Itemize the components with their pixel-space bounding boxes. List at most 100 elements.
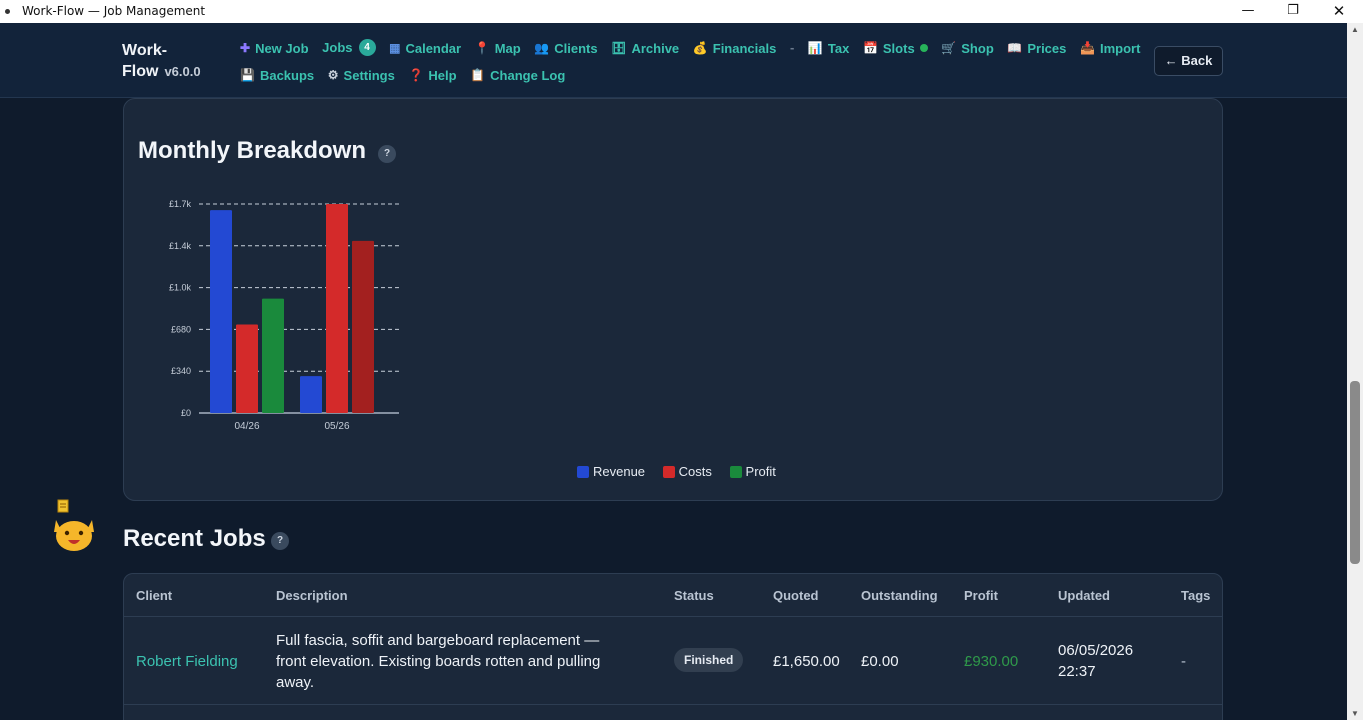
nav-label: New Job: [255, 40, 309, 56]
legend-label: Revenue: [593, 464, 646, 479]
column-header-tags[interactable]: Tags: [1181, 588, 1210, 603]
nav-help[interactable]: ❓ Help: [408, 68, 456, 83]
scroll-up-icon[interactable]: ▲: [1351, 25, 1359, 34]
brand: Work- Flow v6.0.0: [122, 40, 201, 82]
column-header-client[interactable]: Client: [136, 588, 172, 603]
profit-value: £930.00: [964, 653, 1019, 670]
legend-item-costs[interactable]: Costs: [662, 464, 712, 479]
bar-costs-05-26: [326, 204, 348, 413]
close-window-button[interactable]: ✕: [1316, 0, 1362, 23]
nav-new-job[interactable]: ✚ New Job: [240, 41, 309, 56]
window-titlebar: Work-Flow — Job Management — ❐ ✕: [0, 0, 1363, 23]
plus-icon: ✚: [240, 41, 251, 55]
column-header-status[interactable]: Status: [674, 588, 714, 603]
bar-chart-icon: 📊: [807, 41, 823, 55]
y-tick-label: £340: [171, 366, 191, 376]
brand-name-line1: Work-: [122, 42, 168, 59]
maximize-button[interactable]: ❐: [1270, 0, 1316, 23]
nav-tax[interactable]: 📊 Tax: [808, 41, 849, 56]
nav-label: Backups: [259, 67, 315, 83]
scroll-down-icon[interactable]: ▼: [1351, 709, 1359, 718]
client-link[interactable]: Robert Fielding: [136, 651, 238, 672]
quoted-value: £1,650.00: [773, 653, 840, 670]
nav-label: Change Log: [490, 67, 566, 83]
nav-backups[interactable]: 💾 Backups: [240, 68, 314, 83]
monthly-breakdown-chart: £0 £340 £680 £1.0k £1.4k £1.7k 04/26 05/26: [169, 199, 399, 432]
nav-prices[interactable]: 📖 Prices: [1007, 41, 1066, 56]
version-label: v6.0.0: [164, 64, 201, 79]
scrollbar-thumb[interactable]: [1350, 381, 1360, 564]
legend-swatch: [577, 465, 589, 478]
back-button[interactable]: ← Back: [1154, 46, 1223, 76]
scrollbar-track[interactable]: [1347, 23, 1363, 720]
y-tick-label: £1.0k: [169, 283, 192, 293]
legend-item-revenue[interactable]: Revenue: [577, 464, 645, 479]
shop-icon: 🛒: [941, 41, 957, 55]
column-header-updated[interactable]: Updated: [1058, 588, 1110, 603]
nav-label: Calendar: [405, 40, 462, 56]
bar-revenue-05-26: [300, 376, 322, 413]
nav-jobs[interactable]: Jobs 4: [322, 39, 376, 56]
nav-label: Import: [1099, 40, 1141, 56]
nav-label: Clients: [554, 40, 598, 56]
nav-label: Financials: [712, 40, 777, 56]
header-divider: [124, 616, 1222, 617]
nav-label: Shop: [961, 40, 994, 56]
description-line: Full fascia, soffit and bargeboard repla…: [276, 632, 600, 649]
nav-row-1: ✚ New Job Jobs 4 ▦ Calendar 📍 Map 👥 Clients 🗄…: [240, 39, 1150, 56]
nav-import[interactable]: 📥 Import: [1080, 41, 1140, 56]
column-header-quoted[interactable]: Quoted: [773, 588, 819, 603]
nav-label: Slots: [882, 40, 915, 56]
nav-map[interactable]: 📍 Map: [475, 41, 521, 56]
recent-jobs-title: Recent Jobs: [123, 525, 266, 552]
nav-calendar[interactable]: ▦ Calendar: [389, 41, 461, 56]
description-line: away.: [276, 674, 315, 691]
status-badge: Finished: [674, 648, 744, 672]
clipboard-icon: 📋: [470, 68, 486, 82]
slots-icon: 📅: [862, 41, 878, 55]
nav-separator: -: [789, 40, 795, 55]
x-tick-label: 04/26: [234, 421, 259, 432]
nav-label: Jobs: [322, 40, 353, 55]
column-header-outstanding[interactable]: Outstanding: [861, 588, 938, 603]
nav-settings[interactable]: ⚙ Settings: [328, 68, 395, 83]
bar-profit-04-26: [262, 298, 284, 413]
y-tick-label: £0: [181, 408, 191, 418]
window-title: Work-Flow — Job Management: [22, 4, 206, 18]
calendar-icon: ▦: [389, 41, 401, 55]
question-icon: ❓: [408, 68, 424, 82]
bar-profit-05-26: [352, 240, 374, 413]
nav-clients[interactable]: 👥 Clients: [534, 41, 597, 56]
updated-timestamp: 06/05/2026 22:37: [1058, 640, 1133, 682]
job-description: Full fascia, soffit and bargeboard repla…: [276, 630, 646, 693]
nav-archive[interactable]: 🗄 Archive: [611, 41, 679, 56]
nav-label: Map: [494, 40, 521, 56]
price-book-icon: 📖: [1007, 41, 1023, 55]
legend-label: Costs: [678, 464, 712, 479]
minimize-button[interactable]: —: [1225, 0, 1271, 23]
column-header-profit[interactable]: Profit: [964, 588, 998, 603]
app-header: Work- Flow v6.0.0 ✚ New Job Jobs 4 ▦ Calenda…: [0, 23, 1347, 98]
nav-change-log[interactable]: 📋 Change Log: [470, 68, 565, 83]
legend-swatch: [729, 465, 742, 478]
recent-jobs-table: Client Description Status Quoted Outstan…: [123, 573, 1223, 720]
slots-status-dot: [919, 44, 928, 52]
tags-value: -: [1181, 653, 1186, 670]
cat-mascot-icon: [54, 499, 94, 551]
money-bag-icon: 💰: [692, 41, 708, 55]
legend-label: Profit: [745, 464, 776, 479]
nav-slots[interactable]: 📅 Slots: [863, 41, 928, 56]
column-header-description[interactable]: Description: [276, 588, 348, 603]
brand-name-line2: Flow: [122, 63, 159, 80]
legend-item-profit[interactable]: Profit: [729, 464, 776, 479]
row-divider: [124, 704, 1222, 705]
nav-shop[interactable]: 🛒 Shop: [941, 41, 993, 56]
archive-icon: 🗄: [611, 41, 627, 55]
nav-row-2: 💾 Backups ⚙ Settings ❓ Help 📋 Change Log: [240, 67, 575, 83]
nav-financials[interactable]: 💰 Financials: [693, 41, 777, 56]
description-line: front elevation. Existing boards rotten …: [276, 653, 601, 670]
help-icon[interactable]: ?: [271, 532, 289, 550]
bar-revenue-04-26: [210, 210, 232, 413]
save-icon: 💾: [240, 68, 255, 82]
nav-label: Archive: [631, 40, 680, 56]
